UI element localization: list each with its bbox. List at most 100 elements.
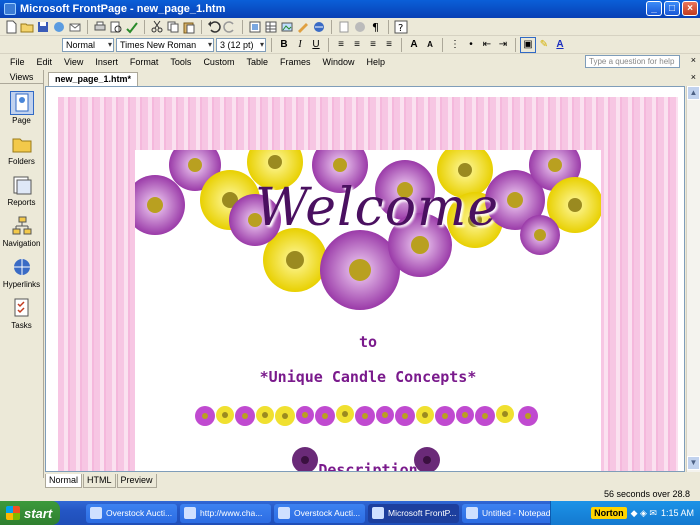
drawing-icon[interactable] (296, 20, 310, 34)
insert-picture-icon[interactable] (280, 20, 294, 34)
taskbar-item-label: http://www.cha... (200, 508, 263, 518)
menu-window[interactable]: Window (316, 57, 360, 67)
close-document-icon[interactable]: × (691, 55, 696, 65)
help-icon[interactable]: ? (394, 20, 408, 34)
taskbar-item-notepad[interactable]: Untitled - Notepad (462, 503, 553, 523)
scroll-up-icon[interactable]: ▲ (687, 86, 700, 100)
start-label: start (24, 505, 53, 521)
svg-text:¶: ¶ (372, 21, 379, 34)
print-preview-icon[interactable] (109, 20, 123, 34)
view-reports-label: Reports (7, 198, 36, 207)
menu-help[interactable]: Help (361, 57, 392, 67)
view-reports-button[interactable]: Reports (0, 174, 43, 207)
italic-button[interactable]: I (293, 38, 307, 52)
menu-format[interactable]: Format (124, 57, 165, 67)
page-editor[interactable]: Welcome to *Unique Candle Concepts* Desc… (45, 86, 685, 472)
taskbar-item-frontpage[interactable]: Microsoft FrontP... (368, 503, 459, 523)
norton-button[interactable]: Norton (591, 507, 627, 519)
close-tab-icon[interactable]: × (691, 72, 696, 82)
tray-icons[interactable]: ◆ ◈ ✉ (631, 508, 657, 519)
refresh-icon[interactable] (337, 20, 351, 34)
style-dropdown[interactable]: Normal (62, 37, 114, 52)
minimize-button[interactable]: _ (646, 1, 662, 16)
company-name-text: *Unique Candle Concepts* (259, 368, 477, 386)
hyperlinks-icon (13, 259, 30, 275)
tab-preview[interactable]: Preview (116, 474, 157, 488)
view-page-button[interactable]: Page (0, 91, 43, 125)
menu-frames[interactable]: Frames (274, 57, 317, 67)
print-icon[interactable] (93, 20, 107, 34)
views-header: Views (0, 70, 43, 84)
stop-icon[interactable] (353, 20, 367, 34)
menu-custom[interactable]: Custom (197, 57, 240, 67)
paste-icon[interactable] (182, 20, 196, 34)
view-page-label: Page (12, 116, 31, 125)
cut-icon[interactable] (150, 20, 164, 34)
bold-button[interactable]: B (277, 38, 291, 52)
tab-normal[interactable]: Normal (45, 474, 83, 488)
borders-icon[interactable]: ▣ (520, 36, 536, 53)
view-tasks-label: Tasks (11, 321, 32, 330)
taskbar-item-overstock-1[interactable]: Overstock Aucti... (86, 503, 177, 523)
font-color-icon[interactable]: A (553, 38, 567, 52)
standard-toolbar: ¶ ? (0, 18, 700, 36)
new-page-icon[interactable] (4, 20, 18, 34)
folder-icon (12, 138, 31, 153)
scroll-down-icon[interactable]: ▼ (687, 456, 700, 470)
open-folder-icon[interactable] (20, 20, 34, 34)
decrease-font-size-button[interactable]: A (423, 38, 437, 52)
underline-button[interactable]: U (309, 38, 323, 52)
status-bar: 56 seconds over 28.8 (0, 488, 700, 501)
increase-indent-icon[interactable]: ⇥ (496, 38, 510, 52)
highlight-icon[interactable]: ✎ (537, 38, 551, 52)
save-icon[interactable] (36, 20, 50, 34)
welcome-heading: Welcome (255, 178, 500, 238)
help-question-input[interactable]: Type a question for help (585, 55, 680, 68)
align-right-icon[interactable]: ≡ (366, 38, 380, 52)
clock[interactable]: 1:15 AM (661, 508, 694, 518)
window-title: Microsoft FrontPage - new_page_1.htm (20, 3, 226, 15)
windows-logo-icon (6, 506, 20, 520)
justify-icon[interactable]: ≡ (382, 38, 396, 52)
menu-view[interactable]: View (58, 57, 89, 67)
tab-html[interactable]: HTML (83, 474, 116, 488)
hyperlink-icon[interactable] (312, 20, 326, 34)
decrease-indent-icon[interactable]: ⇤ (480, 38, 494, 52)
insert-component-icon[interactable] (248, 20, 262, 34)
numbering-icon[interactable]: ⋮ (448, 38, 462, 52)
taskbar-item-label: Microsoft FrontP... (388, 508, 457, 518)
font-dropdown[interactable]: Times New Roman (116, 37, 214, 52)
taskbar-item-overstock-2[interactable]: Overstock Aucti... (274, 503, 365, 523)
copy-icon[interactable] (166, 20, 180, 34)
spelling-icon[interactable] (125, 20, 139, 34)
bullets-icon[interactable]: • (464, 38, 478, 52)
view-tasks-button[interactable]: Tasks (0, 297, 43, 330)
undo-icon[interactable] (207, 20, 221, 34)
view-mode-tabs: Normal HTML Preview (45, 474, 158, 488)
increase-font-size-button[interactable]: A (407, 38, 421, 52)
view-hyperlinks-button[interactable]: Hyperlinks (0, 256, 43, 289)
start-button[interactable]: start (0, 501, 60, 525)
vertical-scrollbar[interactable]: ▲ ▼ (686, 86, 700, 472)
menu-edit[interactable]: Edit (31, 57, 59, 67)
align-left-icon[interactable]: ≡ (334, 38, 348, 52)
email-icon[interactable] (68, 20, 82, 34)
show-all-icon[interactable]: ¶ (369, 20, 383, 34)
menu-tools[interactable]: Tools (164, 57, 197, 67)
document-tab[interactable]: new_page_1.htm* (48, 72, 139, 86)
align-center-icon[interactable]: ≡ (350, 38, 364, 52)
taskbar-item-chat[interactable]: http://www.cha... (180, 503, 271, 523)
view-folders-button[interactable]: Folders (0, 133, 43, 166)
publish-icon[interactable] (52, 20, 66, 34)
view-navigation-button[interactable]: Navigation (0, 215, 43, 248)
maximize-button[interactable]: □ (664, 1, 680, 16)
menu-insert[interactable]: Insert (89, 57, 124, 67)
menu-table[interactable]: Table (240, 57, 274, 67)
menu-file[interactable]: File (4, 57, 31, 67)
close-button[interactable]: × (682, 1, 698, 16)
redo-icon[interactable] (223, 20, 237, 34)
font-size-dropdown[interactable]: 3 (12 pt) (216, 37, 266, 52)
insert-table-icon[interactable] (264, 20, 278, 34)
description-heading: Description (318, 461, 418, 472)
download-time-status: 56 seconds over 28.8 (603, 489, 690, 499)
